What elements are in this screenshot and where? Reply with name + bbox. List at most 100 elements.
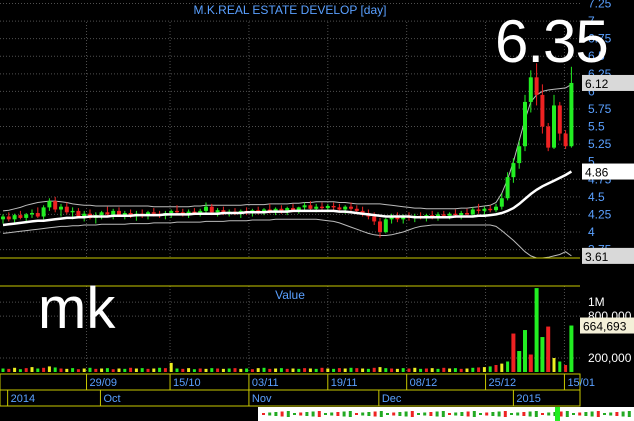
overview-candle [324,413,327,415]
price-tag-label: 6.12 [585,77,609,91]
volume-bar [47,366,51,372]
candle-body [70,210,75,213]
overview-candle [361,412,365,416]
candle-body [30,213,34,215]
volume-bar [303,368,307,372]
volume-bar [424,368,428,372]
overview-candle [330,412,334,416]
candle-body [337,207,342,210]
volume-bar [297,368,301,372]
candle-body [534,77,539,95]
overview-candle [392,412,396,416]
volume-bar [158,367,162,372]
volume-bar [430,368,434,372]
volume-bar [245,368,249,372]
month-tick-label: Oct [103,393,120,405]
overview-candle [460,412,464,416]
volume-bar [105,368,109,372]
candle-body [24,214,29,218]
overview-candle [435,411,439,417]
volume-bar [372,367,376,372]
candle-body [470,209,475,215]
volume-bar [453,368,457,372]
candle-body [64,206,69,213]
candle-body [476,209,481,211]
volume-bar [378,367,382,372]
volume-bar [332,368,336,372]
candle-body [557,105,562,134]
volume-bar [384,368,388,372]
volume-bar [30,367,34,372]
overview-candle [305,412,309,416]
volume-bar [534,288,539,372]
overview-candle [293,413,296,415]
candle-body [459,213,464,216]
volume-bar [117,368,121,372]
overview-candle [379,411,383,417]
volume-bar [53,367,57,372]
candle-body [523,101,527,147]
volume-bar [395,368,399,372]
overview-candle [454,412,458,416]
volume-bar [407,368,411,372]
overview-candle [590,411,594,417]
overview-candle [311,411,315,417]
overview-candle [472,411,476,417]
overview-candle [355,413,358,415]
candle-body [59,206,63,210]
overview-candle [584,412,588,416]
price-tick-label: 5.25 [588,137,612,151]
volume-bar [320,367,324,372]
volume-bar [413,367,417,372]
month-axis-row [0,389,581,407]
month-tick-label: Nov [252,393,272,405]
overview-candle [479,413,482,415]
volume-tag-label: 664,693 [583,320,627,334]
volume-title: Value [275,288,305,302]
overview-candle [373,411,377,417]
volume-bar [7,368,11,372]
candle-body [546,126,551,148]
volume-bar [477,367,481,372]
candle-body [117,210,121,216]
candle-body [320,206,324,209]
volume-bar [558,361,562,372]
volume-bar [175,368,179,372]
price-tick-label: 4.25 [588,207,612,221]
volume-bar [482,367,486,372]
overview-candle [491,412,495,416]
candle-body [354,208,359,211]
date-tick-label: 15/10 [173,377,201,389]
candle-body [465,213,469,215]
overview-strip [258,407,634,421]
volume-bar [540,337,545,372]
volume-bar [436,368,440,372]
overview-candle [398,412,402,416]
candle-body [343,206,348,210]
volume-bar [140,368,144,372]
overview-candle [448,413,451,415]
volume-bar [18,369,22,372]
candle-body [6,216,11,220]
overview-candle [528,411,532,417]
volume-bar [36,368,40,372]
candle-body [569,82,574,147]
price-tick-label: 5.5 [588,120,605,134]
volume-bar [192,369,196,372]
volume-bar [250,369,254,372]
volume-bar [343,368,347,372]
candle-body [111,210,116,215]
volume-bar [569,325,574,372]
volume-bar [169,362,173,372]
date-tick-label: 08/12 [410,377,438,389]
volume-bar [256,368,260,372]
overview-candle [503,411,507,417]
volume-bar [111,369,115,372]
candle-body [151,212,156,214]
overview-candle [609,412,613,416]
volume-bar [59,368,63,372]
overview-candle [441,411,445,417]
candle-body [76,210,81,217]
volume-bar [274,368,278,372]
candle-body [209,206,214,213]
